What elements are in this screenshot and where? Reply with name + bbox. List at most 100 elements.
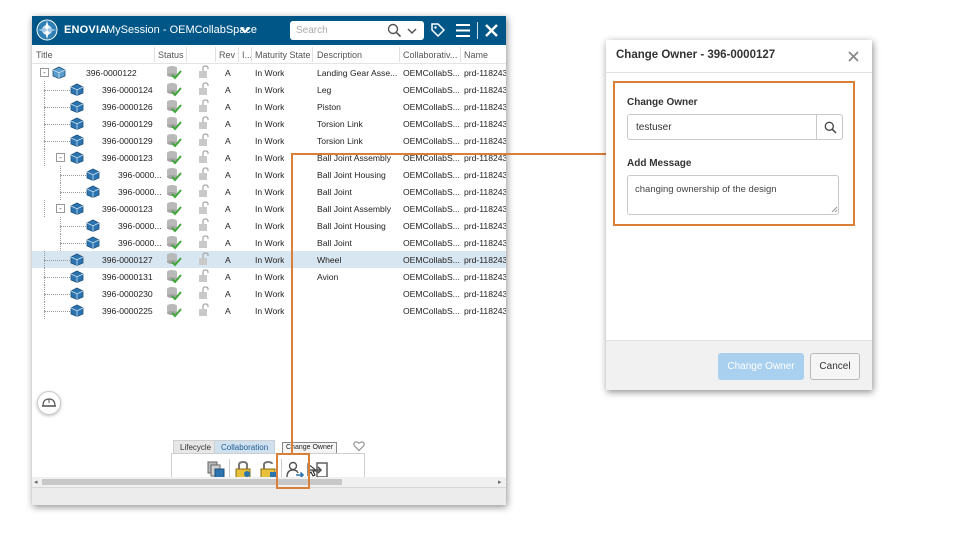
chevron-down-icon[interactable] <box>407 26 417 36</box>
row-rev: A <box>225 255 231 265</box>
row-title[interactable]: 396-0000230 <box>102 289 153 299</box>
row-title[interactable]: 396-0000... <box>118 170 161 180</box>
scroll-left-icon[interactable]: ◂ <box>34 478 38 486</box>
table-row[interactable]: 396-0000... A In Work Ball Joint Housing OE… <box>32 217 506 234</box>
horizontal-scrollbar[interactable]: ◂ ▸ <box>32 477 506 487</box>
column-divider <box>238 47 239 62</box>
cancel-button[interactable]: Cancel <box>810 353 860 380</box>
row-rev: A <box>225 204 231 214</box>
row-title[interactable]: 396-0000... <box>118 238 161 248</box>
row-collab-space: OEMCollabS... <box>403 68 460 78</box>
change-owner-button[interactable]: Change Owner <box>718 353 804 380</box>
row-maturity: In Work <box>255 221 285 231</box>
tree-connector <box>44 98 45 115</box>
owner-input[interactable] <box>627 114 817 140</box>
search-icon[interactable] <box>387 23 402 38</box>
row-title[interactable]: 396-0000... <box>118 187 161 197</box>
part-icon <box>86 236 100 249</box>
tree-connector <box>60 175 86 176</box>
row-maturity: In Work <box>255 187 285 197</box>
column-header-title[interactable]: Title <box>36 50 53 60</box>
table-row[interactable]: 396-0000... A In Work Ball Joint Housing OE… <box>32 166 506 183</box>
hardhat-button[interactable] <box>37 391 61 415</box>
close-icon[interactable] <box>485 24 498 37</box>
scroll-right-icon[interactable]: ▸ <box>498 478 502 486</box>
row-rev: A <box>225 119 231 129</box>
tree-toggle[interactable]: - <box>40 68 49 77</box>
table-row[interactable]: 396-0000129 A In Work Torsion Link OEMColla… <box>32 132 506 149</box>
row-title[interactable]: 396-0000127 <box>102 255 153 265</box>
resize-grip-icon[interactable] <box>831 206 838 213</box>
row-title[interactable]: 396-0000123 <box>102 153 153 163</box>
row-collab-space: OEMCollabS... <box>403 289 460 299</box>
compass-logo-icon[interactable] <box>36 19 58 41</box>
status-approved-icon <box>167 117 182 131</box>
row-title[interactable]: 396-0000129 <box>102 119 153 129</box>
row-description: Ball Joint Housing <box>317 170 386 180</box>
row-rev: A <box>225 102 231 112</box>
table-row[interactable]: 396-0000230 A In Work OEMCollabS... prd-118… <box>32 285 506 302</box>
row-name: prd-118243 <box>464 255 506 265</box>
row-title[interactable]: 396-0000... <box>118 221 161 231</box>
column-divider <box>399 47 400 62</box>
menu-icon[interactable] <box>456 24 470 37</box>
column-header-name[interactable]: Name <box>464 50 488 60</box>
table-row[interactable]: 396-0000131 A In Work Avion OEMCollabS... pr… <box>32 268 506 285</box>
message-textarea[interactable]: changing ownership of the design <box>627 175 839 215</box>
table-row[interactable]: 396-0000... A In Work Ball Joint OEMCollabS… <box>32 183 506 200</box>
column-divider <box>215 47 216 62</box>
unlock-icon <box>199 269 209 282</box>
row-title[interactable]: 396-0000122 <box>86 68 137 78</box>
column-divider <box>251 47 252 62</box>
row-title[interactable]: 396-0000131 <box>102 272 153 282</box>
favorite-icon[interactable] <box>353 440 365 452</box>
tree-connector <box>44 285 45 302</box>
tag-icon[interactable] <box>431 23 445 37</box>
session-selector[interactable]: MySession - OEMCollabSpace <box>106 24 257 36</box>
row-name: prd-118243 <box>464 272 506 282</box>
row-name: prd-118243 <box>464 85 506 95</box>
row-title[interactable]: 396-0000129 <box>102 136 153 146</box>
tree-connector <box>44 81 45 98</box>
tree-connector <box>60 243 86 244</box>
row-title[interactable]: 396-0000123 <box>102 204 153 214</box>
table-row[interactable]: 396-0000126 A In Work Piston OEMCollabS... p… <box>32 98 506 115</box>
row-title[interactable]: 396-0000126 <box>102 102 153 112</box>
column-header-status[interactable]: Status <box>158 50 184 60</box>
close-icon[interactable] <box>848 51 859 62</box>
dialog-title: Change Owner - 396-0000127 <box>616 49 776 61</box>
change-owner-label: Change Owner <box>627 97 698 108</box>
row-maturity: In Work <box>255 136 285 146</box>
row-description: Ball Joint <box>317 238 352 248</box>
table-row[interactable]: 396-0000... A In Work Ball Joint OEMCollabS… <box>32 234 506 251</box>
table-row[interactable]: 396-0000124 A In Work Leg OEMCollabS... prd-… <box>32 81 506 98</box>
row-maturity: In Work <box>255 68 285 78</box>
tab-lifecycle[interactable]: Lifecycle <box>173 440 219 453</box>
column-header-maturity[interactable]: Maturity State <box>255 50 311 60</box>
table-row[interactable]: - 396-0000123 A In Work Ball Joint Assembl… <box>32 149 506 166</box>
tree-connector <box>60 166 61 183</box>
table-row[interactable]: 396-0000225 A In Work OEMCollabS... prd-118… <box>32 302 506 319</box>
tree-toggle[interactable]: - <box>56 153 65 162</box>
column-header-description[interactable]: Description <box>317 50 362 60</box>
unlock-icon <box>199 218 209 231</box>
table-row[interactable]: - 396-0000123 A In Work Ball Joint Assembl… <box>32 200 506 217</box>
table-row[interactable]: 396-0000127 A In Work Wheel OEMCollabS... pr… <box>32 251 506 268</box>
table-row[interactable]: 396-0000129 A In Work Torsion Link OEMColla… <box>32 115 506 132</box>
column-header-collab[interactable]: Collaborativ... <box>403 50 457 60</box>
row-rev: A <box>225 187 231 197</box>
row-collab-space: OEMCollabS... <box>403 187 460 197</box>
table-row[interactable]: - 396-0000122 A In Work Landing Gear Asse.… <box>32 64 506 81</box>
row-title[interactable]: 396-0000124 <box>102 85 153 95</box>
row-title[interactable]: 396-0000225 <box>102 306 153 316</box>
chevron-down-icon[interactable] <box>240 25 250 35</box>
tab-collaboration[interactable]: Collaboration <box>214 440 276 453</box>
search-input[interactable] <box>290 21 386 40</box>
tree-toggle[interactable]: - <box>56 204 65 213</box>
row-rev: A <box>225 272 231 282</box>
unlock-icon <box>199 286 209 299</box>
unlock-icon <box>199 303 209 316</box>
column-header-rev[interactable]: Rev <box>219 50 235 60</box>
unlock-icon <box>199 184 209 197</box>
owner-search-button[interactable] <box>816 114 843 140</box>
